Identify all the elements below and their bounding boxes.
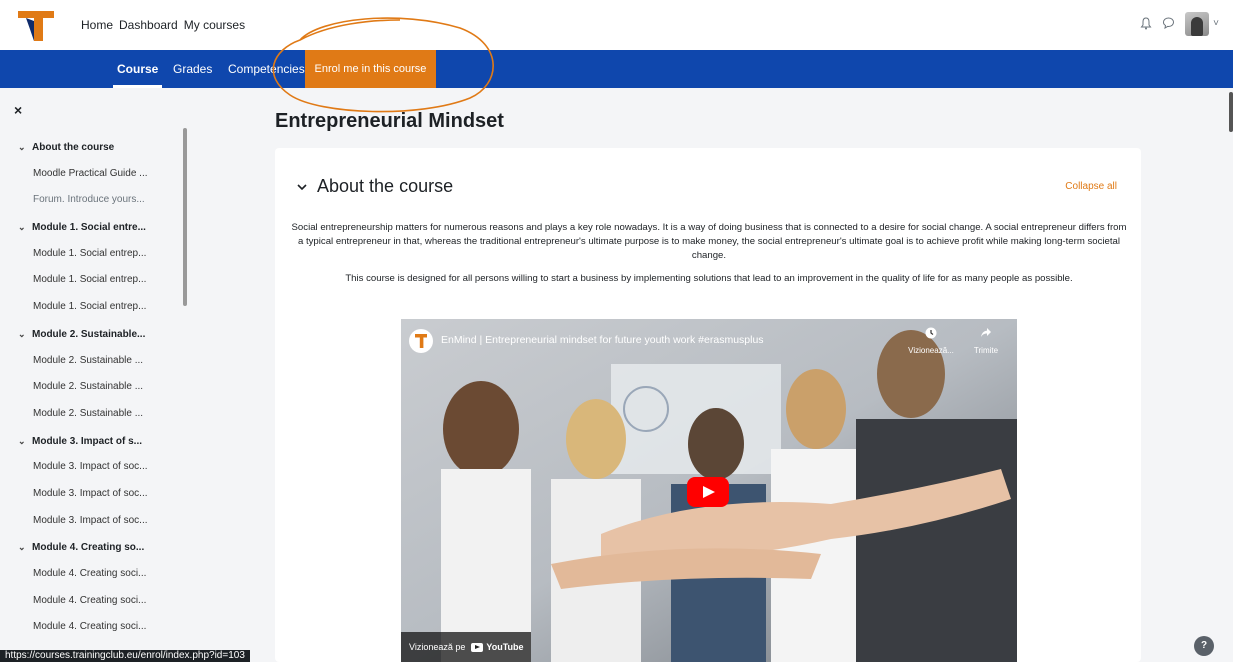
section-title: About the course <box>317 176 454 196</box>
chevron-down-icon[interactable]: ˅ <box>1213 19 1219 29</box>
summary-paragraph: Social entrepreneurship matters for nume… <box>291 222 1127 261</box>
page-scrollbar[interactable] <box>1229 92 1233 132</box>
top-navbar: Home Dashboard My courses ˅ <box>0 0 1233 50</box>
video-title[interactable]: EnMind | Entrepreneurial mindset for fut… <box>441 334 764 346</box>
youtube-wordmark: YouTube <box>486 642 524 652</box>
course-index-activity[interactable]: Module 2. Sustainable ... <box>18 374 178 401</box>
course-index-label: Module 1. Social entrep... <box>33 247 147 259</box>
chevron-down-icon[interactable] <box>297 180 307 194</box>
course-index-activity[interactable]: Module 3. Impact of soc... <box>18 508 178 535</box>
course-index-label: Module 1. Social entrep... <box>33 301 147 313</box>
drawer-scrollbar[interactable] <box>183 128 187 306</box>
course-index-label: Module 2. Sustainable ... <box>33 354 144 366</box>
section-header[interactable]: About the course <box>297 176 453 197</box>
share-label: Trimite <box>973 346 999 355</box>
course-index-drawer: × ⌄ About the course Moodle Practical Guid… <box>0 88 190 662</box>
course-index-list: ⌄ About the course Moodle Practical Guide … <box>18 134 178 641</box>
course-index-activity[interactable]: Module 3. Impact of soc... <box>18 454 178 481</box>
watch-later-label: Vizionează... <box>908 346 954 355</box>
course-index-activity[interactable]: Module 2. Sustainable ... <box>18 401 178 428</box>
course-index-activity[interactable]: Module 1. Social entrep... <box>18 267 178 294</box>
course-index-section[interactable]: ⌄ Module 1. Social entre... <box>18 214 178 241</box>
channel-logo[interactable] <box>409 329 433 353</box>
course-index-label: Module 1. Social entrep... <box>33 274 147 286</box>
youtube-logo: YouTube <box>471 642 524 652</box>
course-index-activity[interactable]: Module 3. Impact of soc... <box>18 481 178 508</box>
course-index-label: Module 4. Creating soci... <box>33 594 147 606</box>
avatar[interactable] <box>1185 12 1210 36</box>
course-index-activity[interactable]: Module 4. Creating soci... <box>18 614 178 641</box>
course-secondary-navigation: Course Grades Competencies <box>0 50 1233 88</box>
course-index-activity[interactable]: Forum. Introduce yours... <box>18 187 178 214</box>
close-icon[interactable]: × <box>14 102 22 118</box>
course-index-label: About the course <box>32 142 115 153</box>
chevron-down-icon[interactable]: ⌄ <box>18 534 32 561</box>
primary-navigation: Home Dashboard My courses <box>81 0 245 50</box>
collapse-all-link[interactable]: Collapse all <box>1065 181 1117 192</box>
course-index-activity[interactable]: Moodle Practical Guide ... <box>18 161 178 188</box>
watch-on-label: Vizionează pe <box>409 642 466 652</box>
watch-on-youtube-button[interactable]: Vizionează pe YouTube <box>401 632 531 662</box>
course-index-label: Module 1. Social entre... <box>32 222 146 234</box>
course-index-section[interactable]: ⌄ Module 3. Impact of s... <box>18 428 178 455</box>
course-index-activity[interactable]: Module 4. Creating soci... <box>18 588 178 615</box>
course-index-section[interactable]: ⌄ Module 2. Sustainable... <box>18 321 178 348</box>
summary-paragraph: This course is designed for all persons … <box>345 273 1073 284</box>
course-index-label: Moodle Practical Guide ... <box>33 167 148 179</box>
course-index-activity[interactable]: Module 1. Social entrep... <box>18 294 178 321</box>
youtube-video-embed[interactable]: EnMind | Entrepreneurial mindset for fut… <box>401 319 1017 662</box>
course-index-label: Module 3. Impact of soc... <box>33 514 148 526</box>
nav-dashboard-link[interactable]: Dashboard <box>119 18 178 32</box>
course-index-label: Module 3. Impact of s... <box>32 435 143 447</box>
course-index-label: Module 4. Creating soci... <box>33 621 147 633</box>
nav-home-link[interactable]: Home <box>81 18 113 32</box>
course-content-card: About the course Collapse all Social ent… <box>275 148 1141 662</box>
chevron-down-icon[interactable]: ⌄ <box>18 321 32 348</box>
status-bar-url: https://courses.trainingclub.eu/enrol/in… <box>0 650 250 662</box>
site-logo[interactable] <box>16 9 56 43</box>
course-summary: Social entrepreneurship matters for nume… <box>289 221 1129 295</box>
share-button[interactable]: Trimite <box>956 327 1016 355</box>
course-index-section[interactable]: ⌄ Module 4. Creating so... <box>18 534 178 561</box>
course-index-label: Module 3. Impact of soc... <box>33 487 148 499</box>
chevron-down-icon[interactable]: ⌄ <box>18 214 32 241</box>
chevron-down-icon[interactable]: ⌄ <box>18 428 32 455</box>
clock-icon <box>901 327 961 342</box>
play-button-icon[interactable] <box>687 477 729 507</box>
course-index-activity[interactable]: Module 4. Creating soci... <box>18 561 178 588</box>
course-index-label: Module 2. Sustainable ... <box>33 407 144 419</box>
youtube-play-icon <box>471 642 484 652</box>
nav-my-courses-link[interactable]: My courses <box>184 18 245 32</box>
tab-grades[interactable]: Grades <box>173 50 212 88</box>
tab-course[interactable]: Course <box>112 50 163 88</box>
watch-later-button[interactable]: Vizionează... <box>901 327 961 355</box>
course-index-label: Module 2. Sustainable... <box>32 328 146 340</box>
course-index-label: Module 4. Creating so... <box>32 542 145 554</box>
chevron-down-icon[interactable]: ⌄ <box>18 134 32 161</box>
course-index-label: Module 3. Impact of soc... <box>33 461 148 473</box>
course-index-activity[interactable]: Module 1. Social entrep... <box>18 241 178 268</box>
enrol-me-button[interactable]: Enrol me in this course <box>305 50 436 88</box>
bell-icon[interactable] <box>1140 16 1152 32</box>
share-icon <box>956 327 1016 342</box>
course-index-label: Forum. Introduce yours... <box>33 194 145 206</box>
page-title: Entrepreneurial Mindset <box>275 110 504 132</box>
chat-icon[interactable] <box>1162 17 1175 31</box>
user-controls: ˅ <box>1140 12 1219 36</box>
course-index-section[interactable]: ⌄ About the course <box>18 134 178 161</box>
tab-competencies[interactable]: Competencies <box>228 50 305 88</box>
help-button[interactable]: ? <box>1194 636 1214 656</box>
course-index-activity[interactable]: Module 2. Sustainable ... <box>18 348 178 375</box>
course-index-label: Module 2. Sustainable ... <box>33 381 144 393</box>
course-index-label: Module 4. Creating soci... <box>33 568 147 579</box>
